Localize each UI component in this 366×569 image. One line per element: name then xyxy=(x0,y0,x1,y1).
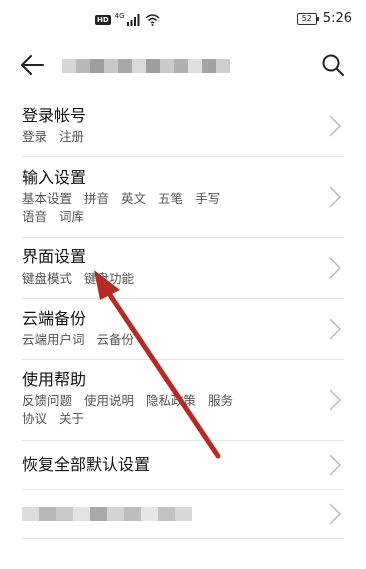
sub-link[interactable]: 使用说明 xyxy=(84,393,134,408)
sub-link[interactable]: 云备份 xyxy=(97,332,135,347)
pixelated-block xyxy=(175,507,192,521)
pixelated-label xyxy=(22,507,192,521)
hd-badge: HD xyxy=(95,15,111,25)
settings-item-help[interactable]: 使用帮助 反馈问题 使用说明 隐私政策 服务协议 关于 xyxy=(22,360,344,441)
pixelated-block xyxy=(202,59,216,73)
item-subtitle: 键盘模式 键盘功能 xyxy=(22,270,146,288)
pixelated-block xyxy=(90,59,104,73)
pixelated-block xyxy=(141,507,158,521)
signal-icon xyxy=(126,14,140,26)
sub-link[interactable]: 五笔 xyxy=(158,191,183,206)
chevron-right-icon xyxy=(329,389,342,411)
sub-link[interactable]: 键盘功能 xyxy=(84,271,134,286)
sub-link[interactable]: 基本设置 xyxy=(22,191,72,206)
status-bar: HD 4G 52 5:26 xyxy=(0,0,366,40)
sub-link[interactable]: 登录 xyxy=(22,129,47,144)
settings-item-cloud-backup[interactable]: 云端备份 云端用户词 云备份 xyxy=(22,299,344,360)
title-bar xyxy=(0,40,366,96)
sub-link[interactable]: 拼音 xyxy=(84,191,109,206)
pixelated-block xyxy=(22,507,39,521)
pixelated-block xyxy=(73,507,90,521)
sub-link[interactable]: 云端用户词 xyxy=(22,332,85,347)
status-right: 52 5:26 xyxy=(296,11,352,26)
chevron-right-icon xyxy=(329,257,342,279)
pixelated-block xyxy=(216,59,230,73)
pixelated-block xyxy=(188,59,202,73)
item-subtitle: 反馈问题 使用说明 隐私政策 服务协议 关于 xyxy=(22,392,302,428)
sub-link[interactable]: 隐私政策 xyxy=(146,393,196,408)
pixelated-block xyxy=(158,507,175,521)
item-title: 云端备份 xyxy=(22,309,87,328)
sub-link[interactable]: 语音 xyxy=(22,209,47,224)
pixelated-block xyxy=(146,59,160,73)
pixelated-block xyxy=(76,59,90,73)
pixelated-block xyxy=(90,507,107,521)
chevron-right-icon xyxy=(329,186,342,208)
battery-icon: 52 xyxy=(296,12,319,25)
chevron-right-icon xyxy=(329,503,342,525)
pixelated-block xyxy=(124,507,141,521)
sub-link[interactable]: 协议 xyxy=(22,411,47,426)
settings-item-login[interactable]: 登录帐号 登录 注册 xyxy=(22,96,344,157)
pixelated-block xyxy=(174,59,188,73)
sub-link[interactable]: 服务 xyxy=(208,393,233,408)
settings-item-interface[interactable]: 界面设置 键盘模式 键盘功能 xyxy=(22,238,344,299)
signal-indicators: HD 4G xyxy=(95,12,160,27)
wifi-icon xyxy=(145,14,160,26)
item-subtitle: 基本设置 拼音 英文 五笔 手写语音 词库 xyxy=(22,190,302,226)
settings-item-input[interactable]: 输入设置 基本设置 拼音 英文 五笔 手写语音 词库 xyxy=(22,157,344,238)
pixelated-block xyxy=(118,59,132,73)
pixelated-block xyxy=(104,59,118,73)
chevron-right-icon xyxy=(329,454,342,476)
pixelated-block xyxy=(132,59,146,73)
page-title xyxy=(62,59,230,73)
item-subtitle: 登录 注册 xyxy=(22,128,96,146)
back-arrow-icon[interactable] xyxy=(18,50,48,80)
settings-item-obscured[interactable] xyxy=(22,490,344,539)
chevron-right-icon xyxy=(329,318,342,340)
item-title: 登录帐号 xyxy=(22,106,87,125)
settings-list: 登录帐号 登录 注册 输入设置 基本设置 拼音 英文 五笔 手写语音 词库 界面设置 键盘模… xyxy=(0,96,366,539)
sub-link[interactable]: 词库 xyxy=(59,209,84,224)
chevron-right-icon xyxy=(329,115,342,137)
pixelated-block xyxy=(62,59,76,73)
network-type: 4G xyxy=(114,12,125,20)
settings-item-reset[interactable]: 恢复全部默认设置 xyxy=(22,441,344,490)
search-icon[interactable] xyxy=(320,52,346,78)
sub-link[interactable]: 反馈问题 xyxy=(22,393,72,408)
item-title: 使用帮助 xyxy=(22,370,87,389)
clock: 5:26 xyxy=(322,11,352,26)
sub-link[interactable]: 手写 xyxy=(195,191,220,206)
pixelated-block xyxy=(107,507,124,521)
item-title: 输入设置 xyxy=(22,168,87,187)
item-subtitle: 云端用户词 云备份 xyxy=(22,331,146,349)
sub-link[interactable]: 注册 xyxy=(59,129,84,144)
sub-link[interactable]: 关于 xyxy=(59,411,84,426)
pixelated-block xyxy=(39,507,56,521)
sub-link[interactable]: 英文 xyxy=(121,191,146,206)
sub-link[interactable]: 键盘模式 xyxy=(22,271,72,286)
pixelated-block xyxy=(160,59,174,73)
item-title: 界面设置 xyxy=(22,247,87,266)
item-title: 恢复全部默认设置 xyxy=(22,455,151,474)
pixelated-block xyxy=(56,507,73,521)
